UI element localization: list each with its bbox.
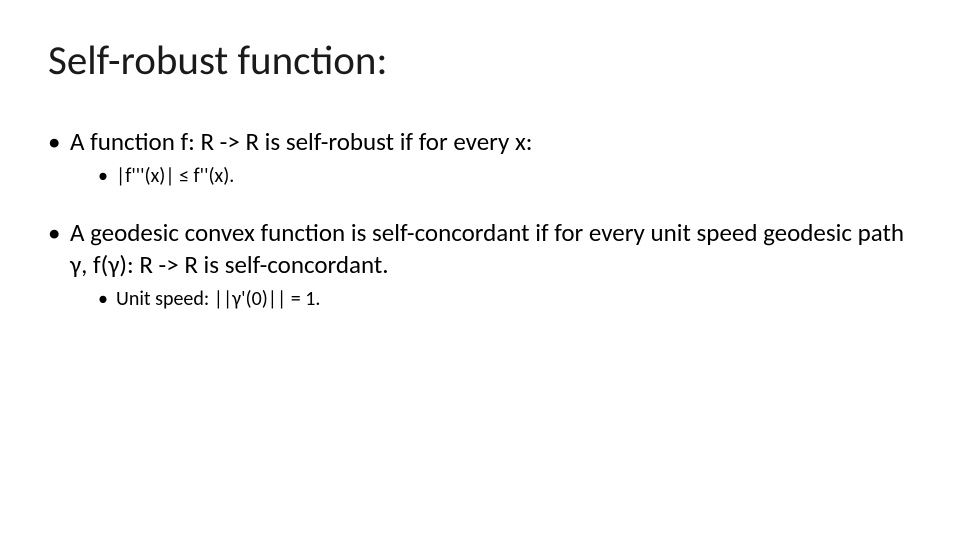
sub-bullet-text: |f'''(x)| ≤ f''(x).	[116, 164, 234, 188]
sub-bullet-list-2: Unit speed: ||γ'(0)|| = 1.	[70, 286, 912, 312]
bullet-item-2: A geodesic convex function is self-conco…	[48, 217, 912, 312]
slide-title: Self-robust function:	[48, 36, 912, 86]
sub-bullet-text: Unit speed: ||γ'(0)|| = 1.	[116, 287, 320, 311]
bullet-list: A function f: R -> R is self-robust if f…	[48, 126, 912, 312]
bullet-text: A function f: R -> R is self-robust if f…	[70, 126, 533, 157]
bullet-text: A geodesic convex function is self-conco…	[70, 217, 904, 281]
sub-bullet-list-1: |f'''(x)| ≤ f''(x).	[70, 163, 912, 189]
slide: Self-robust function: A function f: R ->…	[0, 0, 960, 540]
sub-bullet-item-2: Unit speed: ||γ'(0)|| = 1.	[98, 286, 912, 312]
sub-bullet-item-1: |f'''(x)| ≤ f''(x).	[98, 163, 912, 189]
bullet-item-1: A function f: R -> R is self-robust if f…	[48, 126, 912, 189]
